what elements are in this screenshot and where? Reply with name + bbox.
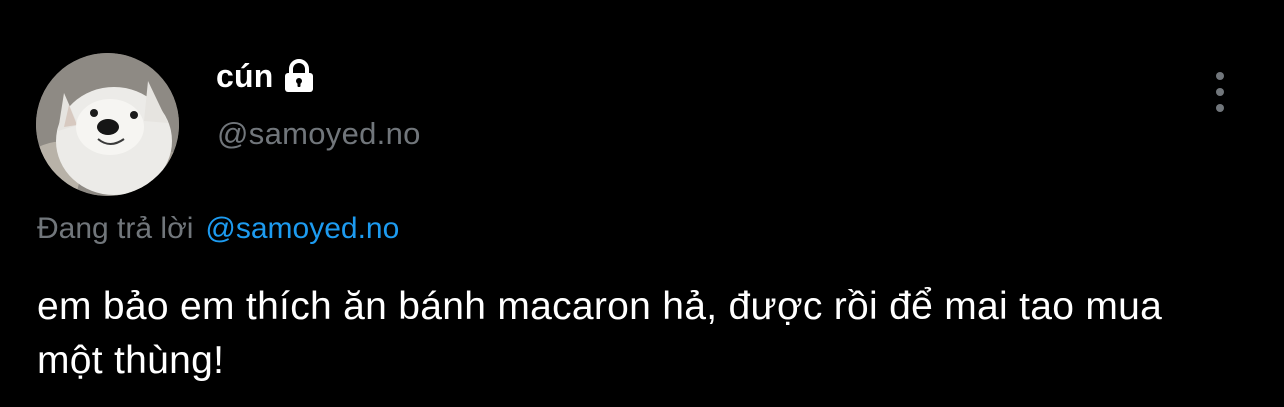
- author-handle[interactable]: @samoyed.no: [217, 116, 421, 152]
- tweet-text: em bảo em thích ăn bánh macaron hả, được…: [37, 285, 1163, 382]
- avatar[interactable]: [36, 53, 179, 196]
- reply-context: Đang trả lời @samoyed.no: [37, 212, 399, 246]
- tweet-card: cún @samoyed.no Đang trả lời @samoyed.no …: [0, 0, 1284, 407]
- lock-icon: [282, 58, 316, 94]
- more-vertical-icon: [1216, 72, 1224, 80]
- more-options-button[interactable]: [1200, 66, 1240, 118]
- more-vertical-icon-dot: [1216, 88, 1224, 96]
- samoyed-avatar-image: [36, 53, 179, 196]
- reply-prefix: Đang trả lời: [37, 212, 194, 245]
- more-vertical-icon-dot: [1216, 104, 1224, 112]
- reply-mention-link[interactable]: @samoyed.no: [205, 212, 399, 245]
- display-name-row[interactable]: cún: [216, 56, 316, 96]
- display-name[interactable]: cún: [216, 58, 274, 95]
